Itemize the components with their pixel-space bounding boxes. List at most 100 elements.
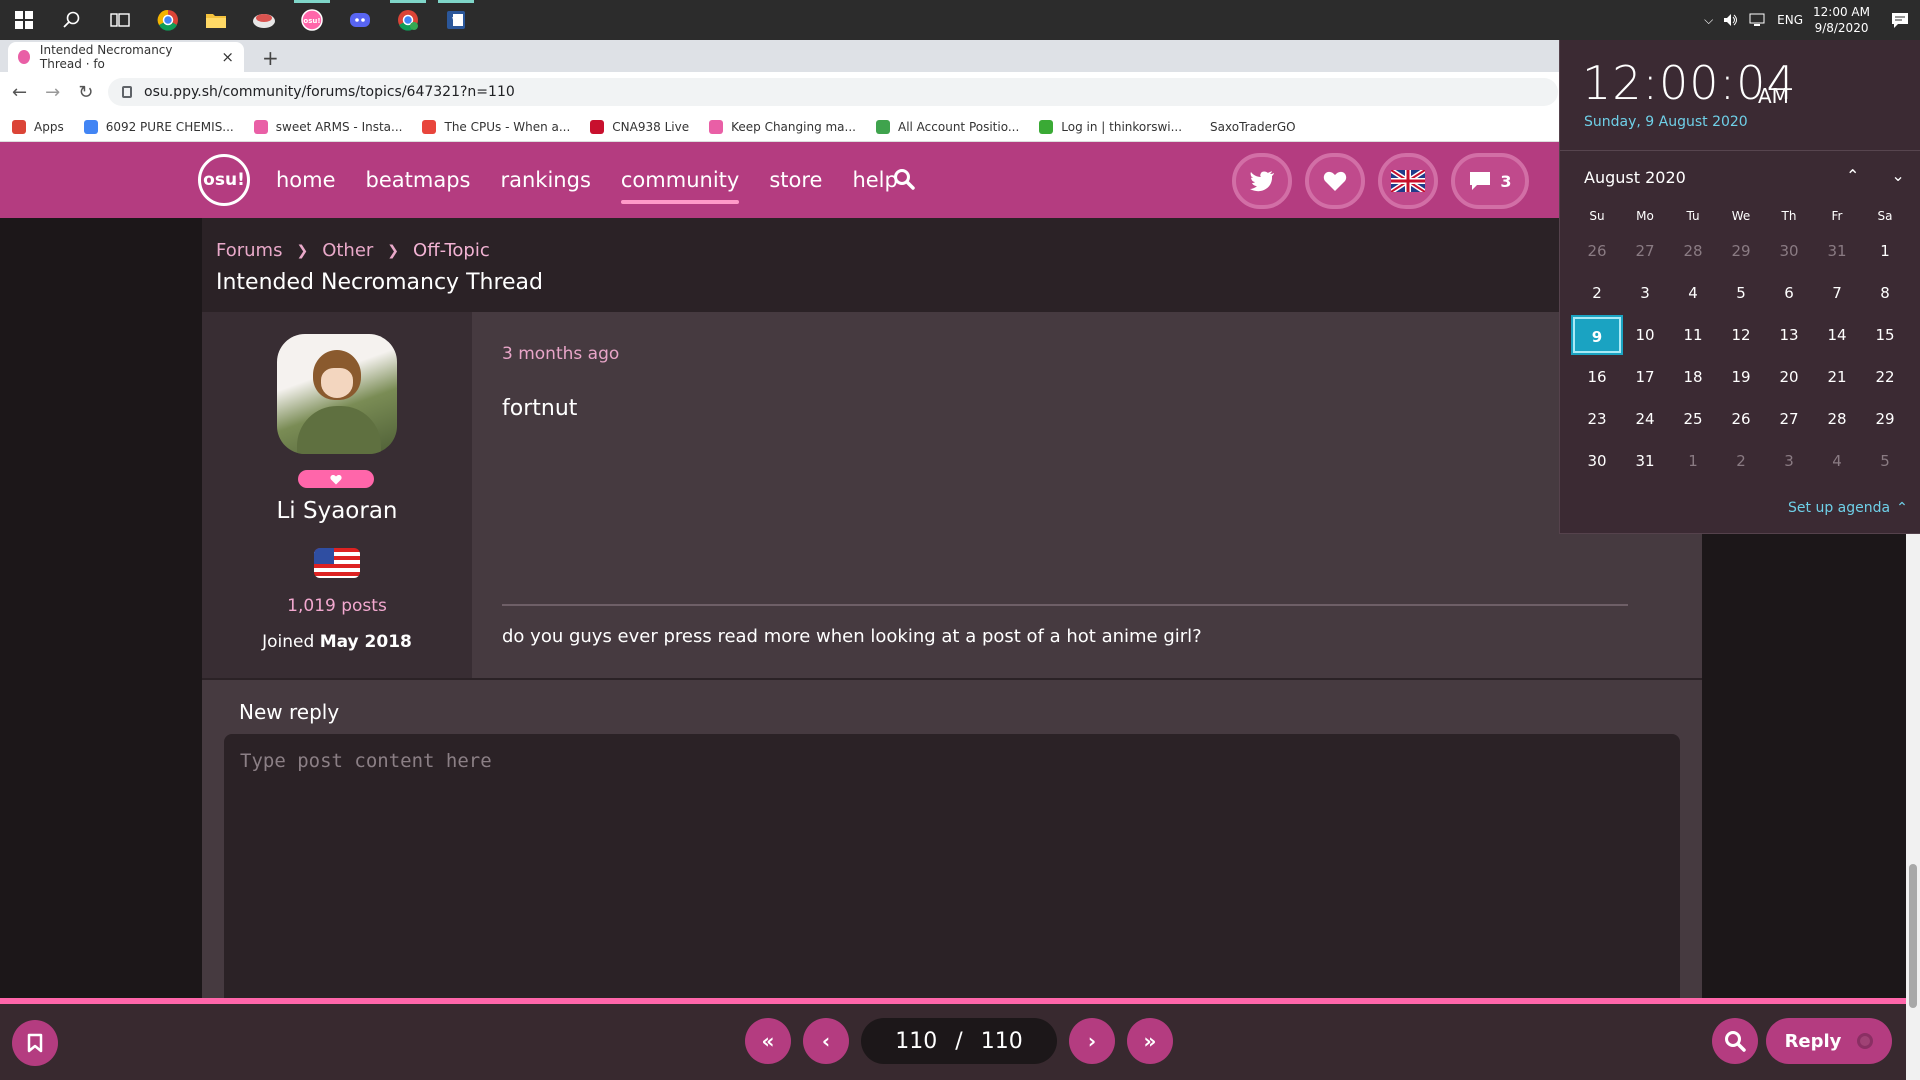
reply-button[interactable]: Reply [1766,1018,1892,1064]
calendar-day[interactable]: 21 [1813,359,1861,395]
discord-icon[interactable] [336,0,384,40]
bookmark-item[interactable]: 6092 PURE CHEMIS... [83,119,234,134]
chevron-down-icon[interactable]: ⌄ [1891,166,1904,185]
url-bar[interactable]: osu.ppy.sh/community/forums/topics/64732… [108,78,1558,106]
task-view-icon[interactable] [96,0,144,40]
chat-button[interactable]: 3 [1451,153,1529,209]
nav-link-beatmaps[interactable]: beatmaps [366,168,471,192]
supporter-badge[interactable] [298,470,374,488]
breadcrumb-item[interactable]: Other [322,240,373,261]
calendar-day[interactable]: 29 [1717,233,1765,269]
us-flag-icon[interactable] [314,548,360,578]
calendar-day[interactable]: 20 [1765,359,1813,395]
calendar-day[interactable]: 28 [1813,401,1861,437]
calendar-day[interactable]: 23 [1573,401,1621,437]
calendar-day[interactable]: 25 [1669,401,1717,437]
calendar-day[interactable]: 2 [1717,443,1765,479]
bookmark-item[interactable]: The CPUs - When a... [422,119,570,134]
support-button[interactable] [1305,153,1365,209]
calendar-day[interactable]: 2 [1573,275,1621,311]
calendar-day[interactable]: 8 [1861,275,1909,311]
calendar-day[interactable]: 22 [1861,359,1909,395]
notifications-icon[interactable] [1890,11,1910,29]
breadcrumb-item[interactable]: Forums [216,240,282,261]
chrome-alt-icon[interactable] [384,0,432,40]
bookmark-item[interactable]: Log in | thinkorswi... [1039,119,1182,134]
nav-search-icon[interactable] [893,168,915,194]
chevron-up-icon[interactable]: ⌃ [1846,166,1859,185]
calendar-day[interactable]: 28 [1669,233,1717,269]
nav-link-rankings[interactable]: rankings [501,168,591,192]
last-page-button[interactable]: » [1127,1018,1173,1064]
windows-start-icon[interactable] [0,0,48,40]
calendar-day[interactable]: 31 [1813,233,1861,269]
calendar-day[interactable]: 31 [1621,443,1669,479]
flyout-date[interactable]: Sunday, 9 August 2020 [1584,114,1748,130]
search-button[interactable] [1712,1018,1758,1064]
osu-icon[interactable]: osu! [288,0,336,40]
calendar-day[interactable]: 5 [1861,443,1909,479]
nav-link-help[interactable]: help [852,168,897,192]
post-username[interactable]: Li Syaoran [202,498,472,524]
calendar-day[interactable]: 13 [1765,317,1813,353]
file-explorer-icon[interactable] [192,0,240,40]
volume-icon[interactable] [1723,13,1739,27]
calendar-day[interactable]: 11 [1669,317,1717,353]
calendar-day[interactable]: 4 [1813,443,1861,479]
calendar-day[interactable]: 24 [1621,401,1669,437]
osu-logo[interactable]: osu! [198,154,250,206]
calendar-day[interactable]: 30 [1573,443,1621,479]
prev-page-button[interactable]: ‹ [803,1018,849,1064]
calendar-day[interactable]: 27 [1765,401,1813,437]
bookmark-item[interactable]: Apps [12,119,64,134]
reply-input[interactable] [224,734,1680,998]
language-indicator[interactable]: ENG [1777,13,1803,27]
calendar-day[interactable]: 17 [1621,359,1669,395]
calendar-day[interactable]: 7 [1813,275,1861,311]
bookmark-item[interactable]: sweet ARMS - Insta... [253,119,402,134]
nav-link-community[interactable]: community [620,168,740,204]
calendar-day[interactable]: 4 [1669,275,1717,311]
new-tab-icon[interactable]: + [262,46,279,70]
network-icon[interactable] [1749,13,1767,27]
page-indicator[interactable]: 110 / 110 [861,1018,1057,1064]
first-page-button[interactable]: « [745,1018,791,1064]
calendar-day[interactable]: 1 [1669,443,1717,479]
calendar-day[interactable]: 14 [1813,317,1861,353]
avatar[interactable] [277,334,397,454]
calendar-day[interactable]: 12 [1717,317,1765,353]
forward-icon[interactable]: → [45,82,60,103]
bookmark-item[interactable]: SaxoTraderGO [1202,120,1296,134]
app-icon[interactable] [240,0,288,40]
calendar-month[interactable]: August 2020 [1584,168,1686,187]
calendar-day[interactable]: 19 [1717,359,1765,395]
bookmark-topic-button[interactable] [12,1020,58,1066]
calendar-day[interactable]: 10 [1621,317,1669,353]
breadcrumb-item[interactable]: Off-Topic [413,240,490,261]
calendar-day[interactable]: 18 [1669,359,1717,395]
browser-tab[interactable]: Intended Necromancy Thread · fo × [8,42,244,72]
chevron-up-icon[interactable]: ⌵ [1704,13,1713,28]
bookmark-item[interactable]: Keep Changing ma... [709,119,856,134]
next-page-button[interactable]: › [1069,1018,1115,1064]
nav-link-home[interactable]: home [276,168,336,192]
word-icon[interactable]: W [432,0,480,40]
calendar-day[interactable]: 3 [1621,275,1669,311]
calendar-day[interactable]: 30 [1765,233,1813,269]
calendar-day[interactable]: 27 [1621,233,1669,269]
nav-link-store[interactable]: store [769,168,822,192]
calendar-day[interactable]: 26 [1573,233,1621,269]
calendar-day[interactable]: 15 [1861,317,1909,353]
chrome-icon[interactable] [144,0,192,40]
close-tab-icon[interactable]: × [221,48,234,66]
bookmark-item[interactable]: CNA938 Live [590,119,689,134]
calendar-day[interactable]: 1 [1861,233,1909,269]
post-count[interactable]: 1,019 posts [202,596,472,616]
calendar-day[interactable]: 16 [1573,359,1621,395]
post-timestamp[interactable]: 3 months ago [502,344,619,364]
bookmark-item[interactable]: All Account Positio... [875,119,1019,134]
calendar-day[interactable]: 29 [1861,401,1909,437]
calendar-day[interactable]: 5 [1717,275,1765,311]
calendar-day[interactable]: 26 [1717,401,1765,437]
back-icon[interactable]: ← [12,82,27,103]
